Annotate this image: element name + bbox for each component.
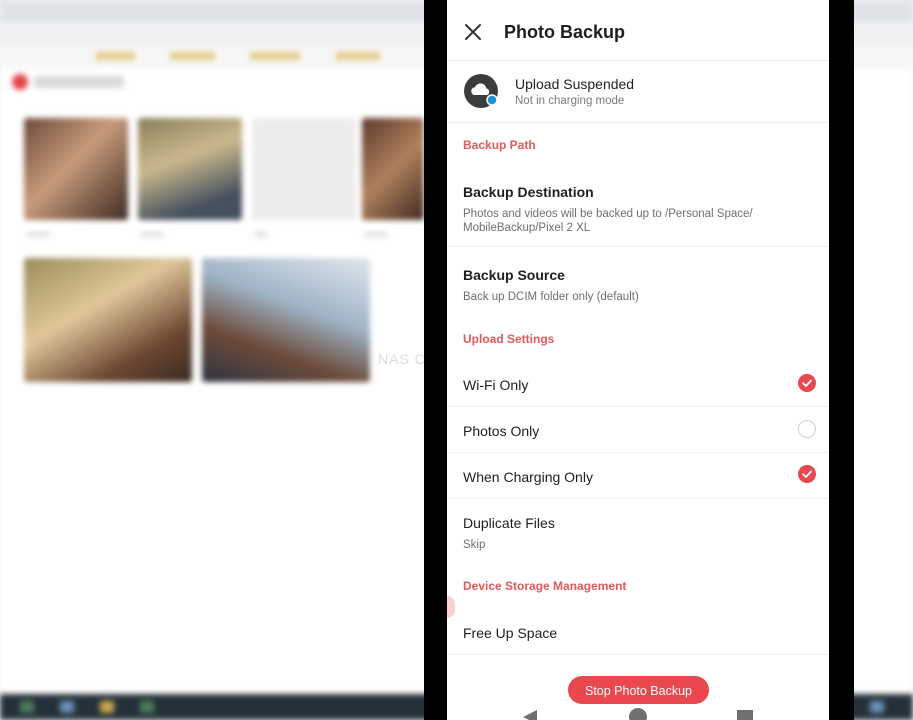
- section-header-backup-path: Backup Path: [463, 138, 536, 152]
- bookmark-item: [335, 52, 380, 60]
- setting-row-photos-only[interactable]: Photos Only: [447, 407, 829, 453]
- app-logo-icon: [12, 74, 28, 90]
- setting-row-wifi-only[interactable]: Wi-Fi Only: [447, 361, 829, 407]
- nav-back-icon[interactable]: [523, 710, 537, 720]
- backup-destination-title: Backup Destination: [463, 184, 594, 200]
- setting-label: Wi-Fi Only: [463, 377, 529, 393]
- photo-thumbnail: [362, 118, 424, 220]
- unchecked-icon[interactable]: [798, 420, 816, 438]
- nav-home-icon[interactable]: [629, 708, 647, 720]
- taskbar-icon: [870, 701, 884, 713]
- stop-photo-backup-button[interactable]: Stop Photo Backup: [568, 676, 709, 704]
- photo-thumbnail: [24, 258, 192, 382]
- photo-backup-screen: Photo Backup Upload Suspended Not in cha…: [447, 0, 829, 720]
- free-up-space-label: Free Up Space: [463, 625, 558, 641]
- taskbar-icon: [140, 701, 154, 713]
- setting-row-when-charging-only[interactable]: When Charging Only: [447, 453, 829, 499]
- section-header-upload-settings: Upload Settings: [463, 332, 555, 346]
- bookmark-item: [250, 52, 300, 60]
- section-header-device-storage: Device Storage Management: [463, 579, 627, 593]
- photo-thumbnail: [24, 118, 128, 220]
- duplicate-files-value: Skip: [463, 539, 486, 551]
- taskbar-icon: [20, 701, 34, 713]
- page-title: Photo Backup: [504, 22, 626, 42]
- thumbnail-caption: [140, 232, 164, 237]
- app-logo-text: [34, 76, 124, 88]
- photo-thumbnail: [138, 118, 242, 220]
- app-header: Photo Backup: [447, 0, 829, 61]
- duplicate-files-title: Duplicate Files: [463, 515, 555, 531]
- setting-label: Photos Only: [463, 423, 540, 439]
- thumbnail-caption: [254, 232, 268, 237]
- nav-recents-icon[interactable]: [737, 710, 753, 720]
- thumbnail-caption: [364, 232, 388, 237]
- taskbar-icon: [100, 701, 114, 713]
- bookmark-item: [170, 52, 215, 60]
- checked-icon[interactable]: [798, 374, 816, 392]
- free-up-space-row[interactable]: Free Up Space: [447, 608, 829, 655]
- photo-thumbnail-placeholder: [252, 118, 356, 220]
- upload-status: Upload Suspended Not in charging mode: [447, 62, 829, 123]
- thumbnail-caption: [26, 232, 50, 237]
- checked-icon[interactable]: [798, 465, 816, 483]
- status-subtitle: Not in charging mode: [515, 95, 625, 107]
- backup-source-title: Backup Source: [463, 267, 565, 283]
- taskbar-icon: [60, 701, 74, 713]
- backup-source-row[interactable]: Backup Source Back up DCIM folder only (…: [447, 254, 829, 314]
- bookmark-item: [95, 52, 135, 60]
- backup-destination-row[interactable]: Backup Destination Photos and videos wil…: [447, 170, 829, 247]
- setting-label: When Charging Only: [463, 469, 593, 485]
- duplicate-files-row[interactable]: Duplicate Files Skip: [447, 500, 829, 562]
- backup-destination-path-line1: Photos and videos will be backed up to /…: [463, 208, 753, 220]
- backup-source-subtitle: Back up DCIM folder only (default): [463, 291, 639, 303]
- photo-thumbnail: [202, 258, 370, 382]
- status-title: Upload Suspended: [515, 76, 635, 92]
- backup-destination-path-line2: MobileBackup/Pixel 2 XL: [463, 222, 591, 234]
- close-icon[interactable]: [461, 20, 485, 44]
- cloud-upload-icon: [463, 73, 499, 109]
